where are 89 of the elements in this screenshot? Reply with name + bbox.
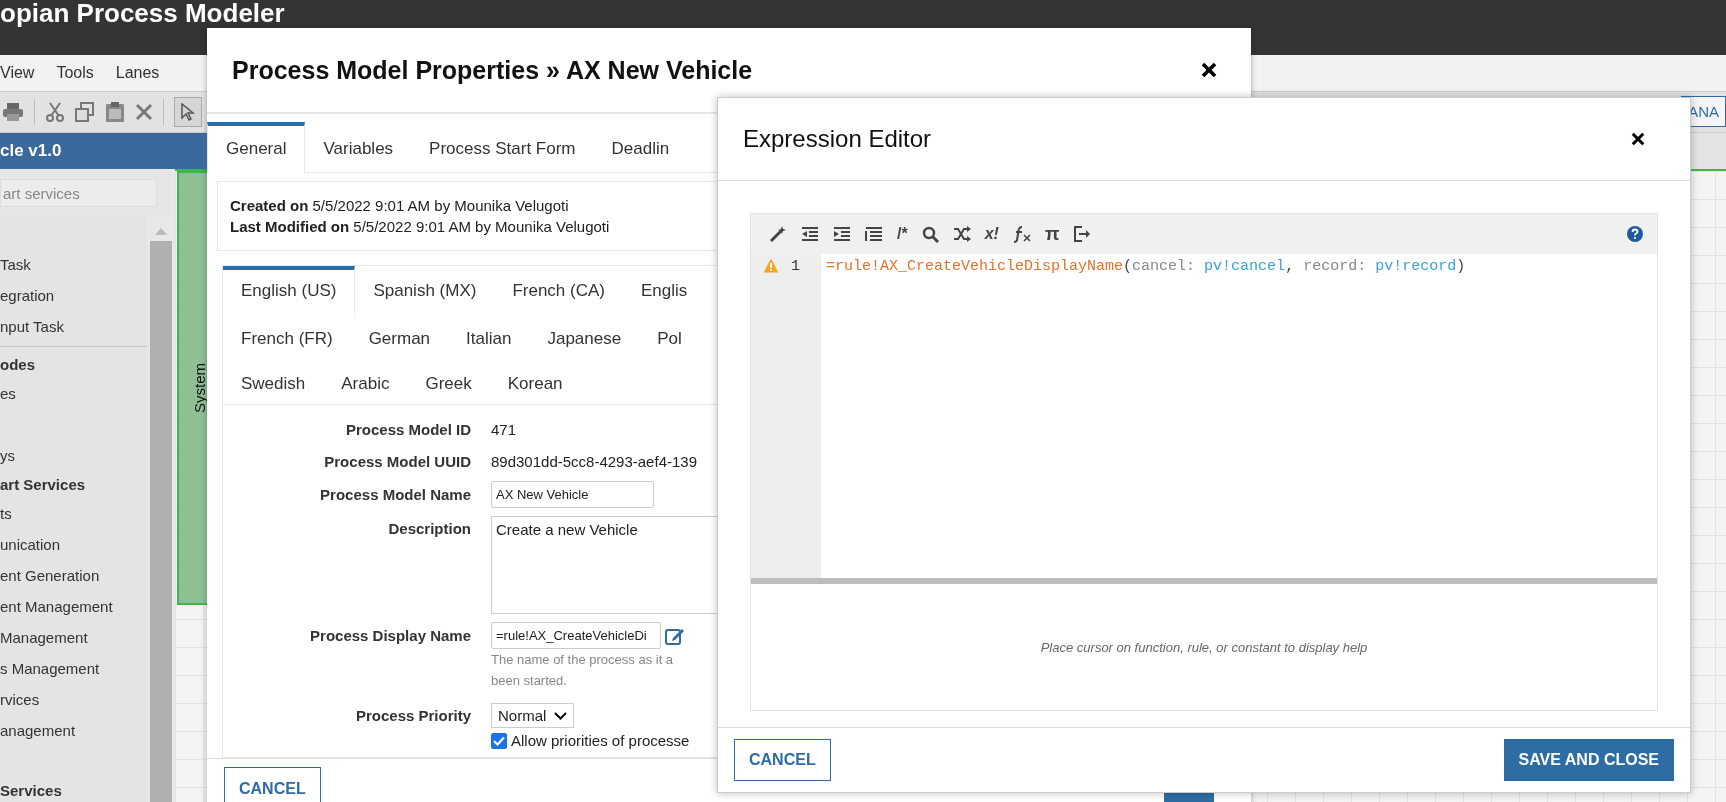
help-icon[interactable] [1627, 226, 1643, 242]
save-and-close-button[interactable]: SAVE AND CLOSE [1503, 739, 1674, 781]
cancel-button[interactable]: CANCEL [734, 739, 831, 781]
comment-button[interactable]: /* [897, 225, 908, 243]
language-tab[interactable]: Pol [639, 314, 700, 359]
language-tab[interactable]: Arabic [323, 359, 408, 404]
name-field[interactable]: AX New Vehicle [491, 481, 654, 508]
code-line[interactable]: =rule!AX_CreateVehicleDisplayName(cancel: pv!cancel, record: pv!record) [821, 254, 1471, 578]
chevron-down-icon [554, 711, 568, 720]
printer-icon[interactable] [2, 102, 24, 122]
menu-item[interactable]: Lanes [115, 64, 160, 82]
clipboard-icon[interactable] [105, 101, 125, 123]
palette-item[interactable]: ent Management [0, 591, 147, 622]
menu-item[interactable]: Tools [56, 64, 94, 82]
tab[interactable]: Variables [305, 122, 412, 172]
field-value: 89d301dd-5cc8-4293-aef4-139 [491, 452, 697, 472]
expression-field[interactable]: =rule!AX_CreateVehicleDi [491, 622, 661, 649]
palette-item[interactable]: anagement [0, 715, 147, 746]
search-field[interactable]: art services [0, 179, 157, 207]
palette-item[interactable]: Management [0, 622, 147, 653]
checkbox-label: Allow priorities of processe [511, 732, 690, 749]
toolbar-button[interactable]: x! [984, 225, 999, 243]
help-text: Place cursor on function, rule, or constant to display help [1040, 639, 1368, 655]
tab[interactable]: Process Start Form [411, 122, 594, 172]
dialog-title: Expression Editor [743, 125, 932, 153]
outdent-icon[interactable] [801, 226, 819, 242]
line-number: 1 [791, 258, 800, 275]
palette-item[interactable]: ts [0, 498, 147, 529]
pointer-tool[interactable] [174, 97, 202, 127]
edit-icon[interactable] [665, 626, 685, 645]
palette-item[interactable]: ys [0, 440, 147, 471]
field-label: Process Model UUID [323, 452, 471, 472]
palette-category[interactable]: art Services [0, 471, 147, 498]
magic-wand-icon[interactable] [769, 225, 787, 243]
field-value: 471 [491, 420, 517, 440]
palette-item[interactable]: unication [0, 529, 147, 560]
function-icon[interactable] [1012, 225, 1031, 243]
language-tab[interactable]: French (FR) [223, 314, 351, 359]
palette-item[interactable]: Task [0, 249, 147, 280]
model-title: cle v1.0 [0, 133, 207, 169]
checkbox[interactable] [491, 732, 507, 749]
list-icon[interactable] [865, 226, 883, 242]
pointer-icon [180, 103, 196, 121]
language-tab[interactable]: Italian [448, 314, 530, 359]
tab[interactable]: General [207, 122, 306, 173]
app-title: opian Process Modeler [0, 0, 285, 26]
shuffle-icon[interactable] [952, 226, 971, 242]
language-tab[interactable]: Englis [623, 266, 706, 314]
splitter-handle[interactable] [751, 578, 1657, 584]
palette-item[interactable]: rvices [0, 684, 147, 715]
palette-item[interactable]: egration [0, 280, 147, 311]
language-tab[interactable]: Japanese [529, 314, 640, 359]
language-tab[interactable]: German [350, 314, 449, 359]
export-icon[interactable] [1073, 226, 1092, 242]
language-tab[interactable]: French (CA) [494, 266, 623, 314]
language-tab[interactable]: Greek [407, 359, 490, 404]
language-tab[interactable]: Swedish [223, 359, 324, 404]
help-text: been started. [491, 672, 568, 690]
tab[interactable]: Deadlin [593, 122, 688, 172]
palette-category[interactable]: Services [0, 777, 147, 802]
field-label: Description [387, 519, 471, 539]
indent-icon[interactable] [833, 226, 851, 242]
info-text: Last Modified on 5/5/2022 9:01 AM by Mounika Velugoti [230, 217, 610, 237]
field-label: Process Display Name [309, 626, 471, 646]
close-icon[interactable] [1201, 62, 1217, 78]
scissors-icon[interactable] [45, 102, 65, 122]
info-text: Created on 5/5/2022 9:01 AM by Mounika Velugoti [230, 196, 569, 216]
lane-label: System [190, 363, 208, 413]
search-icon[interactable] [921, 225, 939, 243]
palette-item[interactable]: ent Generation [0, 560, 147, 591]
field-label: Process Priority [354, 706, 471, 726]
language-tab[interactable]: Korean [489, 359, 581, 404]
help-text: The name of the process as it a [491, 651, 675, 669]
language-tab[interactable]: English (US) [223, 266, 356, 314]
palette-item[interactable]: s Management [0, 653, 147, 684]
copy-icon[interactable] [75, 102, 95, 122]
menu-item[interactable]: View [0, 64, 35, 82]
palette-item[interactable]: es [0, 378, 147, 409]
delete-icon[interactable] [135, 103, 153, 121]
palette-category[interactable]: odes [0, 351, 147, 378]
toolbar-button[interactable]: π [1044, 223, 1060, 245]
cancel-button[interactable]: CANCEL [224, 767, 321, 802]
field-label: Process Model Name [319, 485, 471, 505]
dialog-title: Process Model Properties » AX New Vehicle [232, 55, 753, 85]
priority-dropdown[interactable]: Normal [491, 703, 575, 728]
palette-item[interactable]: nput Task [0, 311, 147, 342]
field-label: Process Model ID [344, 420, 471, 440]
close-icon[interactable] [1631, 132, 1645, 146]
language-tab[interactable]: Spanish (MX) [355, 266, 495, 314]
